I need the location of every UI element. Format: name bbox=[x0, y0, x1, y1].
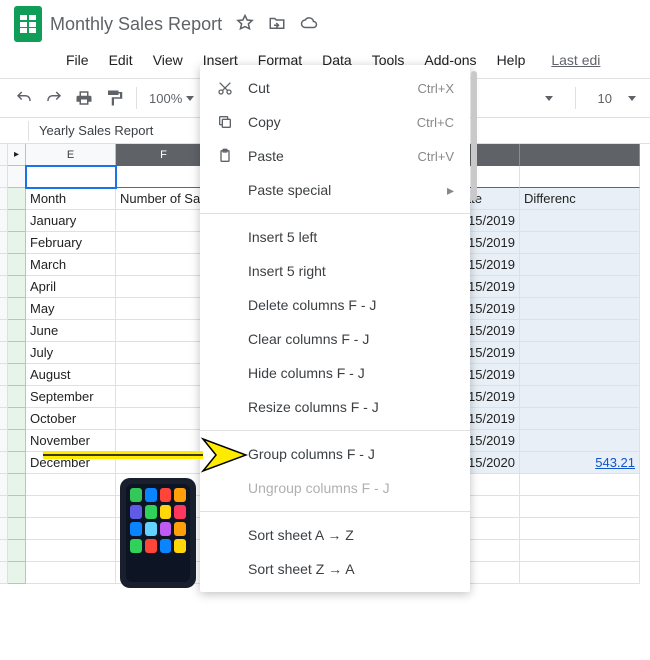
ctx-paste-special[interactable]: Paste special▸ bbox=[200, 173, 470, 207]
cell-header-diff[interactable]: Differenc bbox=[520, 188, 640, 210]
menu-file[interactable]: File bbox=[58, 48, 97, 72]
ctx-resize-columns[interactable]: Resize columns F - J bbox=[200, 390, 470, 424]
cell-difference[interactable] bbox=[520, 276, 640, 298]
undo-button[interactable] bbox=[10, 84, 38, 112]
cell-month[interactable]: April bbox=[26, 276, 116, 298]
sheets-logo-icon bbox=[14, 6, 42, 42]
column-header-F[interactable]: F bbox=[116, 144, 212, 166]
paste-icon bbox=[216, 147, 234, 165]
menu-help[interactable]: Help bbox=[489, 48, 534, 72]
ctx-sort-za[interactable]: Sort sheet Z → A bbox=[200, 552, 470, 586]
caret-down-icon bbox=[186, 96, 194, 101]
cell-difference[interactable] bbox=[520, 386, 640, 408]
cloud-status-icon[interactable] bbox=[300, 14, 318, 35]
cell-month[interactable]: October bbox=[26, 408, 116, 430]
ctx-insert-right[interactable]: Insert 5 right bbox=[200, 254, 470, 288]
font-size-select[interactable]: 10 bbox=[592, 91, 618, 106]
star-icon[interactable] bbox=[236, 14, 254, 35]
name-box[interactable] bbox=[0, 127, 28, 135]
menu-view[interactable]: View bbox=[145, 48, 191, 72]
ctx-insert-left[interactable]: Insert 5 left bbox=[200, 220, 470, 254]
cut-icon bbox=[216, 79, 234, 97]
cell-month[interactable]: December bbox=[26, 452, 116, 474]
cell-difference[interactable] bbox=[520, 430, 640, 452]
ctx-sort-az[interactable]: Sort sheet A → Z bbox=[200, 518, 470, 552]
cell-month[interactable]: July bbox=[26, 342, 116, 364]
cell-difference[interactable] bbox=[520, 210, 640, 232]
ctx-hide-columns[interactable]: Hide columns F - J bbox=[200, 356, 470, 390]
image-thumbnail bbox=[120, 478, 196, 588]
document-title[interactable]: Monthly Sales Report bbox=[50, 14, 222, 35]
zoom-select[interactable]: 100% bbox=[145, 91, 198, 106]
column-group-expand-icon[interactable]: ▸ bbox=[8, 144, 26, 166]
paint-format-button[interactable] bbox=[100, 84, 128, 112]
cell-month[interactable]: February bbox=[26, 232, 116, 254]
cell-difference[interactable] bbox=[520, 232, 640, 254]
cell-difference[interactable] bbox=[520, 408, 640, 430]
print-button[interactable] bbox=[70, 84, 98, 112]
cell-month[interactable]: September bbox=[26, 386, 116, 408]
cell-difference[interactable] bbox=[520, 298, 640, 320]
cell-difference[interactable] bbox=[520, 342, 640, 364]
caret-down-icon bbox=[545, 96, 553, 101]
column-header-E[interactable]: E bbox=[26, 144, 116, 166]
caret-down-icon bbox=[628, 96, 636, 101]
cell-difference[interactable] bbox=[520, 320, 640, 342]
ctx-delete-columns[interactable]: Delete columns F - J bbox=[200, 288, 470, 322]
cell-difference[interactable] bbox=[520, 364, 640, 386]
context-menu: CutCtrl+X CopyCtrl+C PasteCtrl+V Paste s… bbox=[200, 65, 470, 592]
cell-difference[interactable] bbox=[520, 254, 640, 276]
ctx-copy[interactable]: CopyCtrl+C bbox=[200, 105, 470, 139]
ctx-cut[interactable]: CutCtrl+X bbox=[200, 71, 470, 105]
cell-header-sales[interactable]: Number of Sa bbox=[116, 188, 212, 210]
copy-icon bbox=[216, 113, 234, 131]
cell-month[interactable]: June bbox=[26, 320, 116, 342]
ctx-group-columns[interactable]: Group columns F - J bbox=[200, 437, 470, 471]
column-header-J[interactable] bbox=[520, 144, 640, 166]
ctx-clear-columns[interactable]: Clear columns F - J bbox=[200, 322, 470, 356]
ctx-paste[interactable]: PasteCtrl+V bbox=[200, 139, 470, 173]
active-cell[interactable] bbox=[26, 166, 116, 188]
cell-header-month[interactable]: Month bbox=[26, 188, 116, 210]
move-folder-icon[interactable] bbox=[268, 14, 286, 35]
cell-month[interactable]: May bbox=[26, 298, 116, 320]
font-select[interactable] bbox=[539, 96, 559, 101]
cell-month[interactable]: March bbox=[26, 254, 116, 276]
tab-name: Yearly Sales Report bbox=[29, 119, 163, 142]
cell-month[interactable]: January bbox=[26, 210, 116, 232]
submenu-arrow-icon: ▸ bbox=[447, 182, 454, 199]
ctx-ungroup-columns: Ungroup columns F - J bbox=[200, 471, 470, 505]
scrollbar[interactable] bbox=[471, 71, 477, 201]
cell-month[interactable]: November bbox=[26, 430, 116, 452]
menu-edit[interactable]: Edit bbox=[101, 48, 141, 72]
cell-month[interactable]: August bbox=[26, 364, 116, 386]
last-edit-link[interactable]: Last edi bbox=[543, 48, 608, 72]
redo-button[interactable] bbox=[40, 84, 68, 112]
cell-difference[interactable]: 543.21 bbox=[520, 452, 640, 474]
